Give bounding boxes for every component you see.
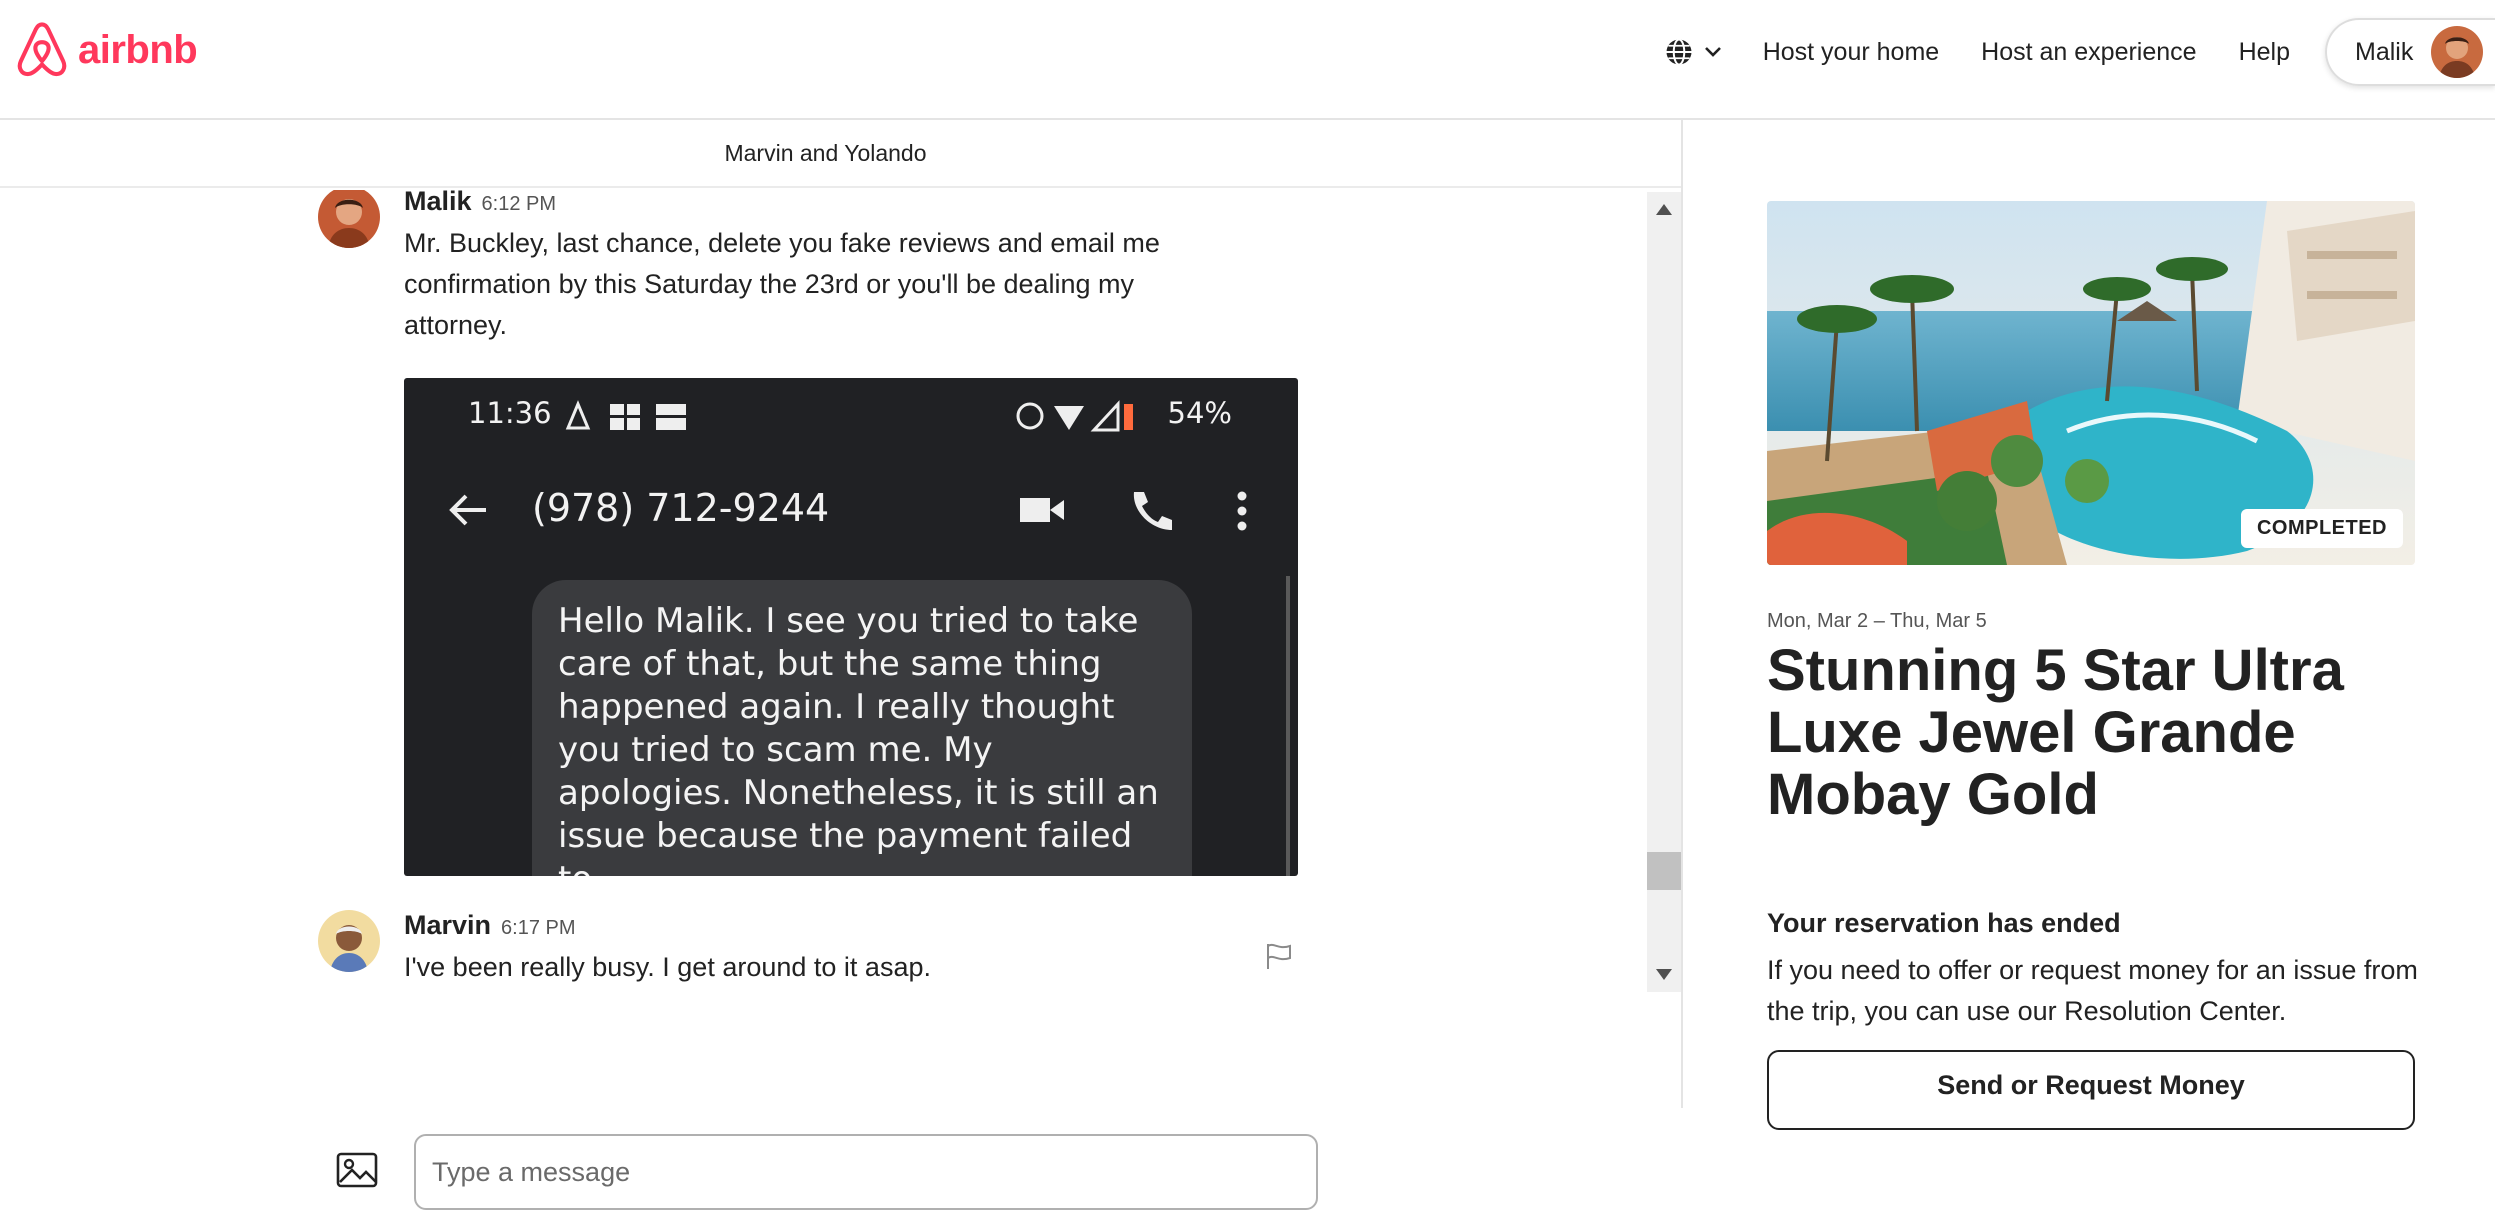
airbnb-logo[interactable]: airbnb	[14, 20, 198, 80]
scroll-up-arrow-icon[interactable]	[1656, 204, 1672, 215]
message-image-attachment[interactable]: 11:36 54% (978) 712-9244 Hello Malik. I …	[404, 378, 1298, 876]
nav-help[interactable]: Help	[2218, 22, 2311, 82]
nav-host-your-home[interactable]: Host your home	[1742, 22, 1960, 82]
status-icons	[565, 400, 686, 430]
message-meta: Marvin 6:17 PM	[404, 910, 1304, 941]
conversation-header: Marvin and Yolando	[0, 120, 1681, 188]
brand-name: airbnb	[78, 27, 198, 72]
status-badge: COMPLETED	[2240, 509, 2403, 548]
top-header: airbnb Host your home Host an experience…	[0, 0, 2495, 120]
reservation-panel: COMPLETED Mon, Mar 2 – Thu, Mar 5 Stunni…	[1767, 120, 2467, 1130]
back-arrow-icon	[449, 494, 486, 526]
scrollbar-thumb[interactable]	[1647, 852, 1681, 890]
message-time: 6:17 PM	[501, 917, 576, 939]
language-button[interactable]	[1644, 22, 1742, 82]
attachment-status-time: 11:36	[468, 396, 552, 430]
reservation-dates: Mon, Mar 2 – Thu, Mar 5	[1767, 610, 1987, 632]
globe-icon	[1666, 38, 1692, 66]
thread-scrollbar[interactable]	[1647, 192, 1681, 992]
attachment-scroll-indicator	[1286, 576, 1290, 876]
user-name: Malik	[2355, 37, 2414, 66]
header-nav: Host your home Host an experience Help M…	[1644, 18, 2495, 86]
more-vertical-icon	[1237, 491, 1247, 531]
chevron-down-icon	[1704, 47, 1721, 57]
scroll-down-arrow-icon[interactable]	[1656, 969, 1672, 980]
message-meta: Malik 6:12 PM	[404, 190, 1234, 217]
video-call-icon	[1020, 498, 1064, 522]
attachment-phone-number: (978) 712-9244	[532, 486, 830, 530]
message-input[interactable]	[414, 1134, 1318, 1210]
reservation-ended-text: If you need to offer or request money fo…	[1767, 955, 2418, 1026]
reservation-ended-heading: Your reservation has ended	[1767, 908, 2121, 938]
conversation-panel: Marvin and Yolando Malik 6:12 PM Mr. Buc…	[0, 120, 1683, 1210]
conversation-title: Marvin and Yolando	[724, 139, 927, 166]
flag-icon[interactable]	[1264, 942, 1294, 970]
sender-avatar[interactable]	[318, 190, 380, 248]
send-or-request-money-button[interactable]: Send or Request Money	[1767, 1050, 2415, 1130]
attachment-sms-bubble: Hello Malik. I see you tried to take car…	[532, 580, 1192, 876]
message-text: Mr. Buckley, last chance, delete you fak…	[404, 228, 1160, 340]
message-thread[interactable]: Malik 6:12 PM Mr. Buckley, last chance, …	[0, 190, 1680, 992]
message-time: 6:12 PM	[481, 193, 557, 215]
status-right-icons	[1016, 400, 1133, 432]
message-body: Malik 6:12 PM Mr. Buckley, last chance, …	[404, 190, 1234, 346]
airbnb-logo-icon	[17, 22, 67, 77]
attachment-battery: 54%	[1167, 396, 1232, 430]
message-body: Marvin 6:17 PM I've been really busy. I …	[404, 910, 1304, 988]
listing-title[interactable]: Stunning 5 Star Ultra Luxe Jewel Grande …	[1767, 640, 2407, 826]
nav-host-an-experience[interactable]: Host an experience	[1960, 22, 2217, 82]
user-menu-button[interactable]: Malik	[2325, 18, 2495, 86]
avatar	[2431, 26, 2484, 78]
message-sender: Marvin	[404, 910, 492, 940]
image-attach-icon[interactable]	[336, 1152, 378, 1188]
phone-icon	[1133, 492, 1172, 530]
message-sender: Malik	[404, 190, 472, 216]
listing-photo[interactable]: COMPLETED	[1767, 201, 2415, 565]
sender-avatar[interactable]	[318, 910, 380, 972]
message-text: I've been really busy. I get around to i…	[404, 952, 931, 982]
